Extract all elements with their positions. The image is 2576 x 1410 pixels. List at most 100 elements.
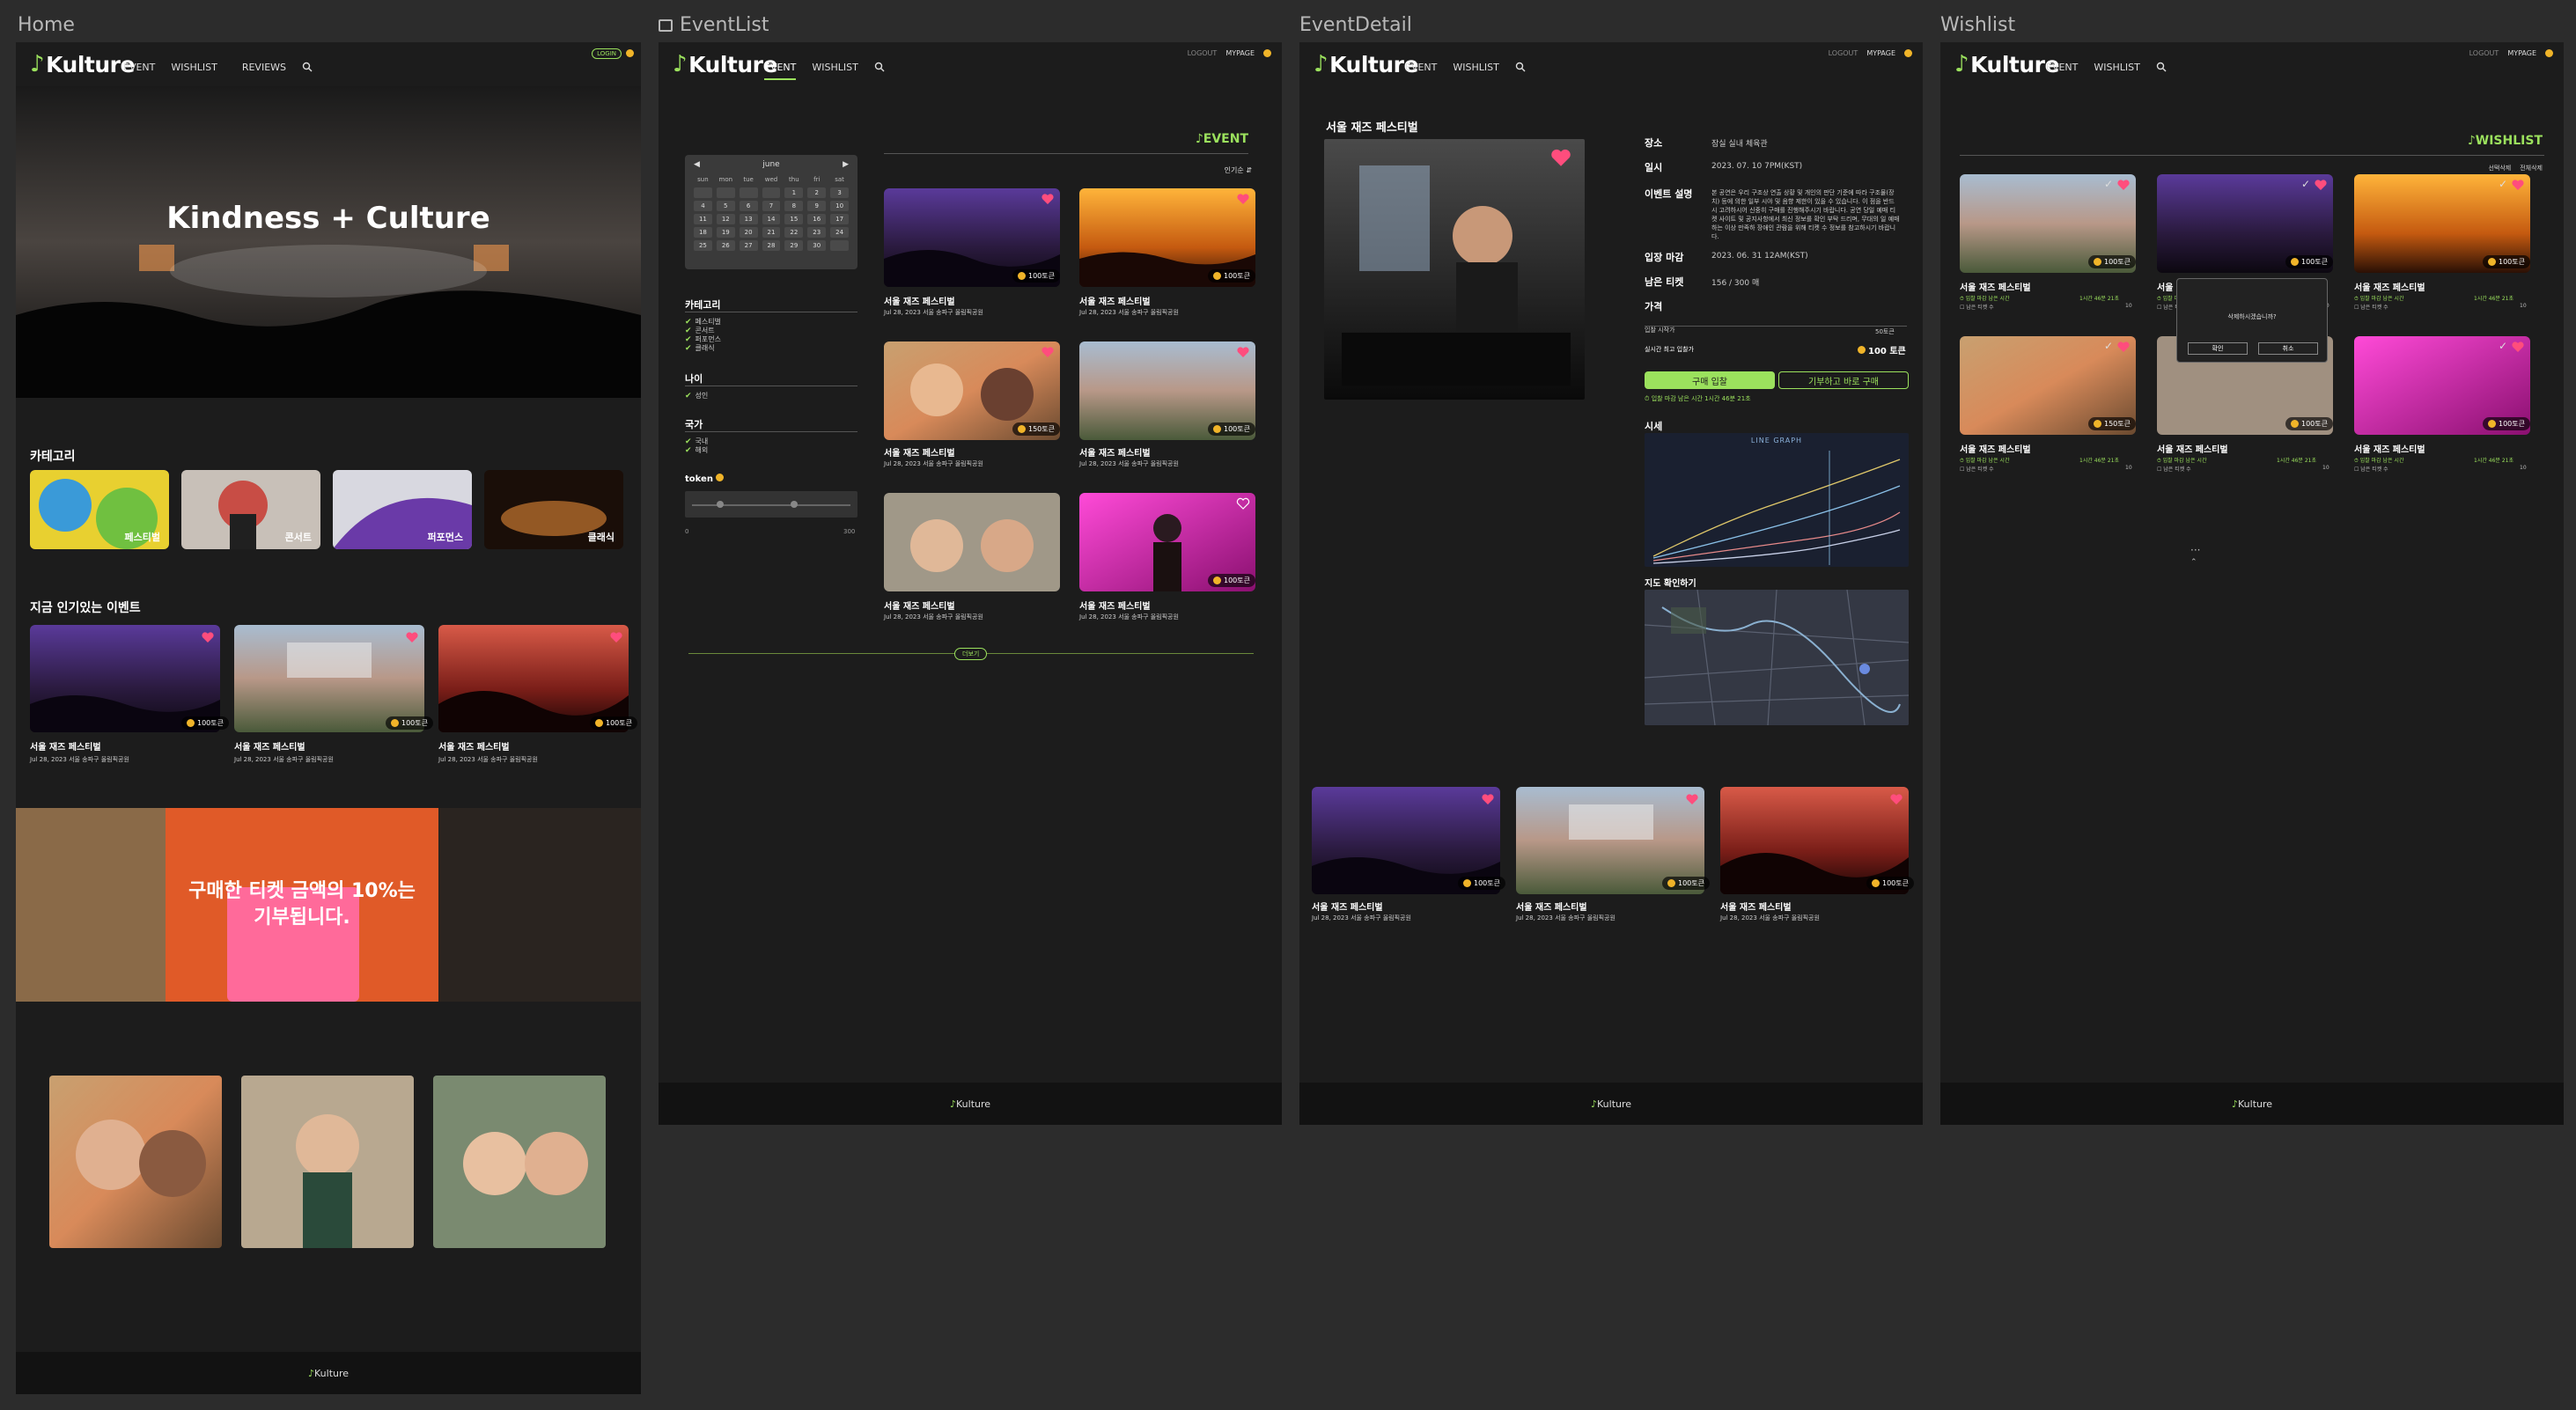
- calendar-day[interactable]: 27: [739, 240, 758, 251]
- event-title[interactable]: 서울 재즈 페스티벌: [1079, 294, 1151, 307]
- logo[interactable]: ♪ Kulture: [1314, 51, 1418, 77]
- heart-icon[interactable]: [2116, 340, 2131, 354]
- bid-button[interactable]: 구매 입찰: [1645, 371, 1775, 389]
- heart-icon[interactable]: [2116, 178, 2131, 192]
- review-photo[interactable]: [241, 1076, 414, 1248]
- calendar-day[interactable]: 25: [694, 240, 712, 251]
- calendar-day[interactable]: 30: [807, 240, 827, 251]
- mypage-link[interactable]: MYPAGE: [1225, 49, 1255, 57]
- dialog-confirm-button[interactable]: 확인: [2188, 342, 2248, 355]
- donate-buy-button[interactable]: 기부하고 바로 구매: [1778, 371, 1909, 389]
- check-icon[interactable]: ✓: [2104, 340, 2113, 352]
- calendar-day[interactable]: 2: [807, 187, 827, 198]
- delete-all-button[interactable]: 전체삭제: [2520, 164, 2543, 173]
- heart-icon[interactable]: [2314, 178, 2328, 192]
- calendar-day[interactable]: 24: [830, 227, 849, 238]
- heart-icon[interactable]: [1041, 345, 1055, 359]
- review-photo[interactable]: [433, 1076, 606, 1248]
- select-delete-button[interactable]: 선택삭제: [2488, 164, 2511, 173]
- filter-checkbox[interactable]: ✔ 성인: [685, 391, 708, 400]
- nav-reviews[interactable]: REVIEWS: [242, 62, 286, 73]
- heart-icon[interactable]: [2511, 340, 2525, 354]
- nav-event[interactable]: EVENT: [1405, 62, 1437, 73]
- sort-dropdown[interactable]: 인기순 ⇵: [1225, 165, 1252, 175]
- load-more-dots[interactable]: ···: [2190, 544, 2200, 556]
- calendar-day[interactable]: 5: [716, 201, 735, 211]
- heart-outline-icon[interactable]: [1236, 496, 1250, 510]
- filter-checkbox[interactable]: ✔ 클래식: [685, 343, 715, 353]
- mypage-link[interactable]: MYPAGE: [2507, 49, 2536, 57]
- calendar-day[interactable]: 6: [739, 201, 758, 211]
- calendar-day[interactable]: 17: [830, 214, 849, 224]
- logout-link[interactable]: LOGOUT: [1188, 49, 1218, 57]
- calendar-day[interactable]: 4: [694, 201, 712, 211]
- load-more-button[interactable]: 더보기: [954, 648, 988, 660]
- event-title[interactable]: 서울 재즈 페스티벌: [884, 445, 955, 459]
- category-concert[interactable]: 콘서트: [181, 470, 320, 549]
- calendar-day[interactable]: 11: [694, 214, 712, 224]
- mypage-link[interactable]: MYPAGE: [1866, 49, 1895, 57]
- range-handle-min[interactable]: [717, 501, 724, 508]
- heart-icon[interactable]: [201, 630, 215, 644]
- calendar-day[interactable]: 19: [716, 227, 735, 238]
- dialog-cancel-button[interactable]: 취소: [2258, 342, 2318, 355]
- heart-icon[interactable]: [1236, 192, 1250, 206]
- nav-event[interactable]: EVENT: [764, 62, 797, 80]
- event-title[interactable]: 서울 재즈 페스티벌: [234, 739, 305, 753]
- calendar-day[interactable]: 14: [762, 214, 781, 224]
- check-icon[interactable]: ✓: [2499, 178, 2507, 190]
- calendar-day[interactable]: 26: [716, 240, 735, 251]
- check-icon[interactable]: ✓: [2104, 178, 2113, 190]
- event-title[interactable]: 서울 재즈 페스티벌: [1312, 900, 1383, 913]
- event-title[interactable]: 서울 재즈 페스티벌: [2354, 280, 2425, 293]
- search-icon[interactable]: [302, 62, 313, 72]
- login-button[interactable]: LOGIN: [592, 48, 622, 59]
- event-title[interactable]: 서울 재즈 페스티벌: [30, 739, 101, 753]
- next-month-icon[interactable]: ▶: [843, 160, 849, 169]
- nav-wishlist[interactable]: WISHLIST: [812, 62, 857, 80]
- nav-wishlist[interactable]: WISHLIST: [171, 62, 217, 73]
- event-title[interactable]: 서울 재즈 페스티벌: [1960, 442, 2031, 455]
- nav-wishlist[interactable]: WISHLIST: [1453, 62, 1498, 73]
- heart-icon[interactable]: [405, 630, 419, 644]
- calendar-day[interactable]: 3: [830, 187, 849, 198]
- heart-icon[interactable]: [609, 630, 623, 644]
- calendar-day[interactable]: 29: [784, 240, 804, 251]
- logout-link[interactable]: LOGOUT: [2469, 49, 2499, 57]
- heart-icon[interactable]: [1685, 792, 1699, 806]
- calendar-day[interactable]: 18: [694, 227, 712, 238]
- category-festival[interactable]: 페스티벌: [30, 470, 169, 549]
- event-title[interactable]: 서울 재즈 페스티벌: [2354, 442, 2425, 455]
- calendar-day[interactable]: 1: [784, 187, 804, 198]
- range-handle-max[interactable]: [791, 501, 798, 508]
- calendar-day[interactable]: 12: [716, 214, 735, 224]
- calendar-day[interactable]: 28: [762, 240, 781, 251]
- calendar-day[interactable]: 21: [762, 227, 781, 238]
- nav-wishlist[interactable]: WISHLIST: [2094, 62, 2139, 73]
- event-title[interactable]: 서울 재즈 페스티벌: [2157, 442, 2228, 455]
- calendar-day[interactable]: 9: [807, 201, 827, 211]
- event-title[interactable]: 서울 재즈 페스티벌: [1079, 599, 1151, 612]
- calendar-day[interactable]: 20: [739, 227, 758, 238]
- logout-link[interactable]: LOGOUT: [1829, 49, 1858, 57]
- search-icon[interactable]: [2156, 62, 2167, 72]
- event-title[interactable]: 서울 재즈 페스티벌: [1720, 900, 1792, 913]
- calendar-day[interactable]: 23: [807, 227, 827, 238]
- event-title[interactable]: 서울 재즈 페스티벌: [884, 599, 955, 612]
- calendar-day[interactable]: 16: [807, 214, 827, 224]
- calendar-day[interactable]: 13: [739, 214, 758, 224]
- heart-icon[interactable]: [1041, 192, 1055, 206]
- event-title[interactable]: 서울 재즈 페스티벌: [1516, 900, 1587, 913]
- calendar-day[interactable]: 7: [762, 201, 781, 211]
- event-title[interactable]: 서울 재즈 페스티벌: [1960, 280, 2031, 293]
- logo[interactable]: ♪ Kulture: [30, 51, 135, 77]
- heart-icon[interactable]: [1481, 792, 1495, 806]
- nav-event[interactable]: EVENT: [123, 62, 155, 73]
- calendar-day[interactable]: 15: [784, 214, 804, 224]
- check-icon[interactable]: ✓: [2301, 178, 2310, 190]
- map-view[interactable]: [1645, 590, 1909, 725]
- logo[interactable]: ♪ Kulture: [1954, 51, 2059, 77]
- calendar-day[interactable]: 10: [830, 201, 849, 211]
- event-title[interactable]: 서울 재즈 페스티벌: [884, 294, 955, 307]
- heart-icon[interactable]: [1549, 146, 1572, 169]
